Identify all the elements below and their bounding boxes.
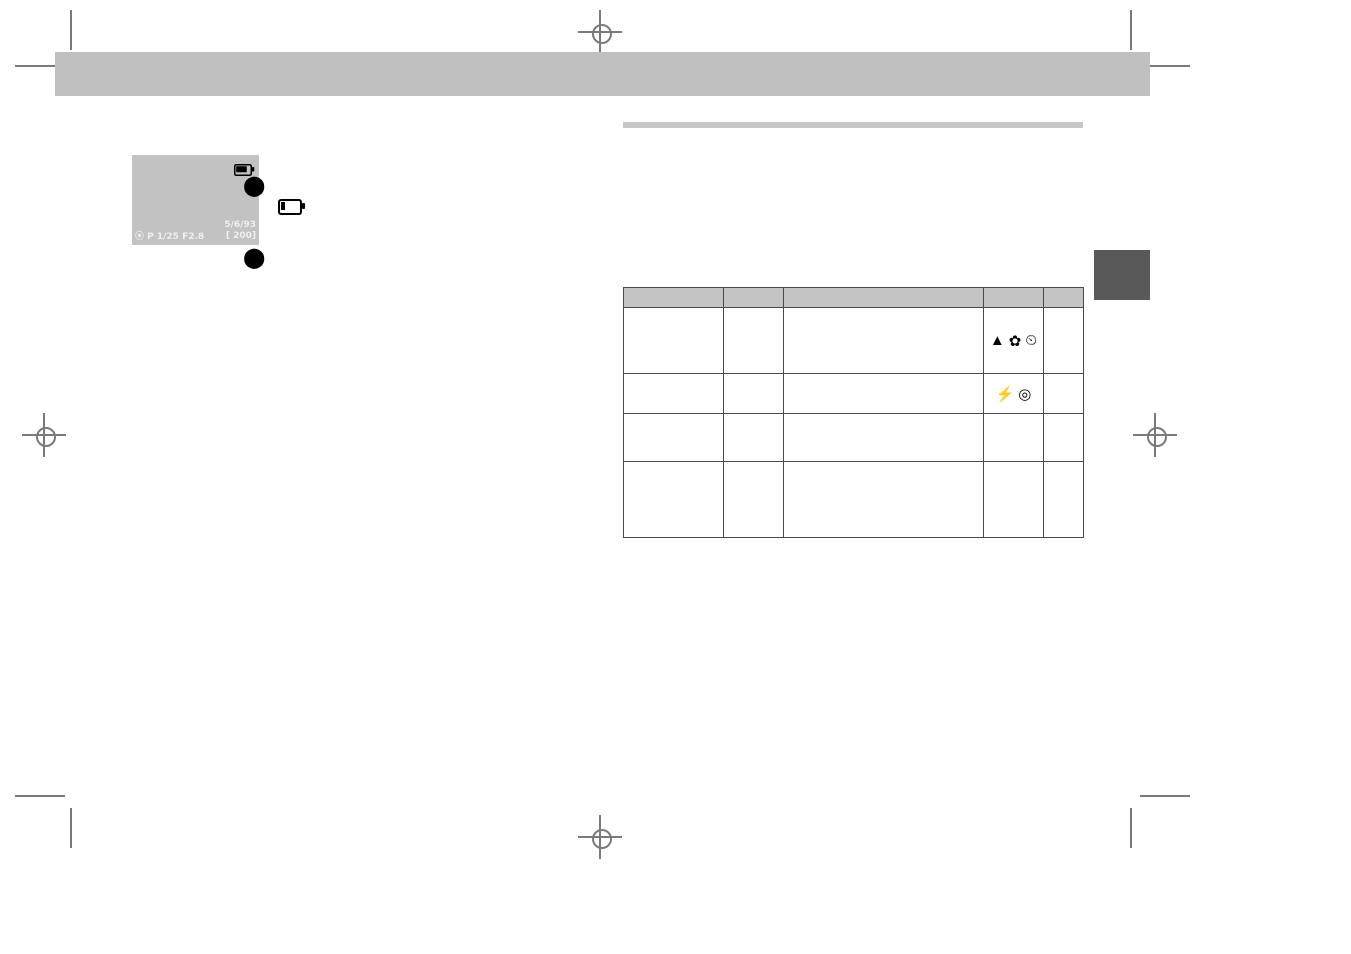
registration-mark-bottom — [578, 815, 622, 859]
crop-mark — [1130, 808, 1132, 848]
table-header — [624, 288, 724, 308]
crop-mark — [1140, 795, 1190, 797]
table-row: ▲✿⏲ — [624, 308, 1084, 374]
camera-status-left: ⦿ P 1/25 F2.8 — [135, 229, 204, 242]
camera-status-right: 5/6/93 [ 200] — [224, 220, 256, 242]
symbols-cell: ▲✿⏲ — [984, 308, 1044, 374]
table-header — [1044, 288, 1084, 308]
page-header-band — [55, 52, 1150, 96]
symbols-cell: ⚡◎ — [984, 374, 1044, 414]
mountain-icon: ▲ — [990, 332, 1005, 349]
table-row — [624, 462, 1084, 538]
registration-mark-top — [578, 10, 622, 54]
crop-mark — [70, 808, 72, 848]
timer-icon: ⏲ — [1025, 332, 1037, 349]
table-header — [984, 288, 1044, 308]
table-header — [784, 288, 984, 308]
flower-icon: ✿ — [1009, 332, 1022, 350]
column-header-bar — [623, 122, 1083, 128]
registration-mark-right — [1133, 413, 1177, 457]
crop-mark — [70, 10, 72, 50]
camera-lcd-thumbnail: 5/6/93 [ 200] ⦿ P 1/25 F2.8 — [132, 155, 259, 245]
crop-mark — [1130, 10, 1132, 50]
pointer-empty-droplet-icon: ⬤ — [243, 248, 265, 268]
pointer-full-droplet-icon: ⬤ — [243, 176, 265, 196]
crop-mark — [15, 795, 65, 797]
battery-full-icon — [234, 164, 252, 176]
registration-mark-left — [22, 413, 66, 457]
table-row: ⚡◎ — [624, 374, 1084, 414]
table-header — [724, 288, 784, 308]
settings-table: ▲✿⏲ ⚡◎ — [623, 287, 1084, 538]
battery-low-icon — [278, 198, 302, 216]
flash-icon: ⚡ — [996, 385, 1015, 403]
table-row — [624, 414, 1084, 462]
thumb-index-tab — [1094, 250, 1150, 300]
target-icon: ◎ — [1018, 385, 1031, 403]
